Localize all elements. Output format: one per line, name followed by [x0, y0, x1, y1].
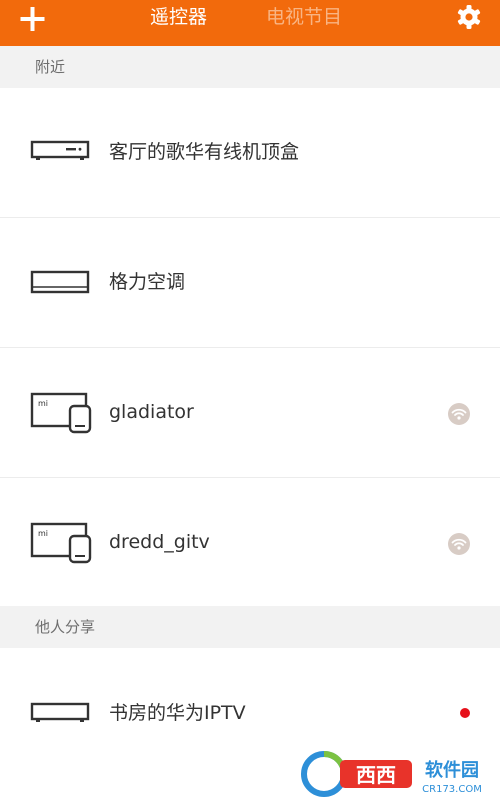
section-label-shared: 他人分享	[35, 618, 96, 636]
device-row-air-conditioner[interactable]: 格力空调	[0, 218, 500, 348]
gear-icon	[457, 5, 481, 29]
device-name: 客厅的歌华有线机顶盒	[109, 141, 300, 163]
top-app-bar: 遥控器 电视节目	[0, 0, 500, 46]
device-row-dredd-gitv[interactable]: mi dredd_gitv	[0, 478, 500, 608]
svg-text:mi: mi	[38, 399, 48, 408]
wifi-icon	[448, 403, 470, 425]
settings-button[interactable]	[455, 3, 483, 31]
svg-text:CR173.COM: CR173.COM	[422, 784, 482, 795]
watermark-logo: 西西 软件园 CR173.COM	[300, 748, 500, 800]
section-header-nearby: 附近	[0, 46, 500, 88]
device-row-set-top-box[interactable]: 客厅的歌华有线机顶盒	[0, 88, 500, 218]
svg-text:软件园: 软件园	[425, 759, 479, 781]
device-name: dredd_gitv	[109, 531, 210, 553]
section-header-shared: 他人分享	[0, 606, 500, 648]
device-name: 格力空调	[109, 271, 186, 293]
wifi-icon	[448, 533, 470, 555]
plus-icon	[20, 7, 45, 31]
red-dot-indicator	[460, 708, 470, 718]
section-label-nearby: 附近	[35, 58, 66, 76]
tab-remote[interactable]: 遥控器	[150, 5, 207, 29]
device-name: gladiator	[109, 401, 194, 423]
mi-tv-with-box-icon: mi	[30, 522, 92, 564]
svg-text:mi: mi	[38, 529, 48, 538]
add-device-button[interactable]	[18, 5, 48, 35]
svg-text:西西: 西西	[356, 763, 396, 787]
iptv-box-icon	[30, 702, 90, 722]
set-top-box-icon	[30, 140, 90, 160]
mi-tv-with-box-icon: mi	[30, 392, 92, 434]
device-name: 书房的华为IPTV	[109, 702, 246, 724]
tab-tv-programs[interactable]: 电视节目	[266, 5, 342, 29]
air-conditioner-icon	[30, 270, 90, 294]
device-row-gladiator[interactable]: mi gladiator	[0, 348, 500, 478]
